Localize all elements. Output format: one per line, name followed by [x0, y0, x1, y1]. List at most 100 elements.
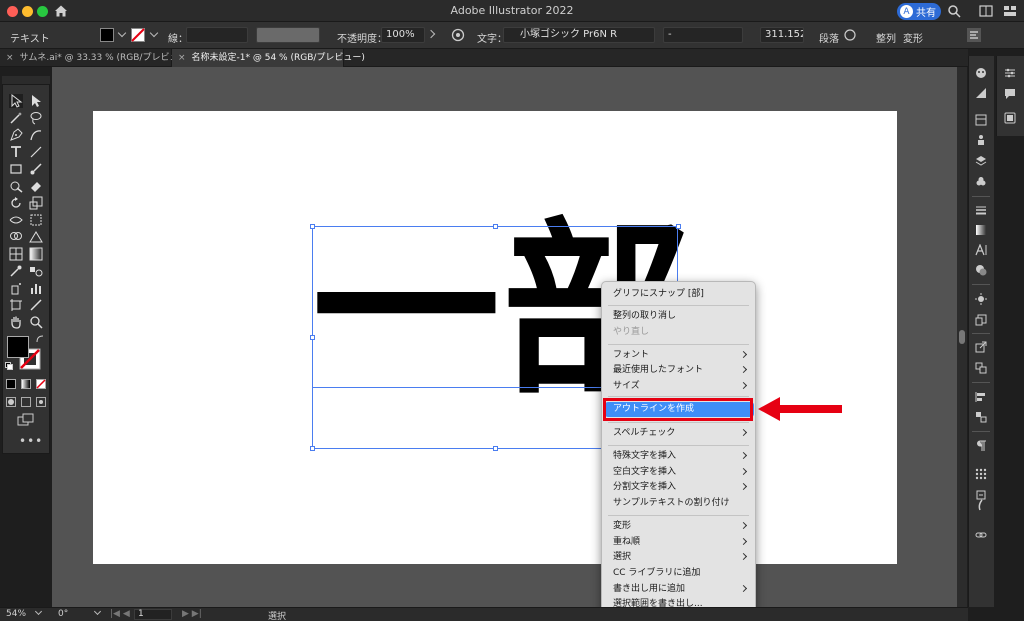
default-colors-icon[interactable]: [5, 362, 13, 370]
comments-icon[interactable]: [1004, 88, 1016, 100]
minimize-window-button[interactable]: [22, 6, 33, 17]
menu-item-select[interactable]: 選択: [602, 550, 755, 565]
zoom-level[interactable]: 54%: [6, 609, 26, 619]
type-tool-icon[interactable]: [9, 145, 23, 159]
scale-tool-icon[interactable]: [29, 196, 43, 210]
selection-handle[interactable]: [310, 446, 315, 451]
mesh-tool-icon[interactable]: [9, 247, 23, 261]
rectangle-tool-icon[interactable]: [9, 162, 23, 176]
chevron-down-icon[interactable]: [117, 28, 127, 38]
menu-item-fill-placeholder[interactable]: サンプルテキストの割り付け: [602, 496, 755, 511]
gradient-mode-button[interactable]: [21, 379, 31, 389]
selection-handle[interactable]: [310, 224, 315, 229]
selection-handle[interactable]: [493, 224, 498, 229]
export-icon[interactable]: [975, 341, 987, 353]
eyedropper-tool-icon[interactable]: [9, 264, 23, 278]
font-size-field[interactable]: 311.152: [760, 27, 804, 43]
stroke-weight-field[interactable]: [186, 27, 248, 43]
transform-panel-icon[interactable]: [975, 411, 987, 423]
menu-item-size[interactable]: サイズ: [602, 379, 755, 394]
home-icon[interactable]: [54, 4, 68, 18]
zoom-window-button[interactable]: [37, 6, 48, 17]
shaper-tool-icon[interactable]: [9, 179, 23, 193]
close-window-button[interactable]: [7, 6, 18, 17]
artboard-tool-icon[interactable]: [9, 298, 23, 312]
menu-item-spell-check[interactable]: スペルチェック: [602, 426, 755, 441]
artboards-panel-icon[interactable]: [975, 362, 987, 374]
chevron-right-icon[interactable]: [426, 29, 436, 39]
properties-icon[interactable]: [1004, 67, 1016, 79]
hand-tool-icon[interactable]: [9, 315, 23, 329]
graph-tool-icon[interactable]: [29, 281, 43, 295]
eraser-tool-icon[interactable]: [29, 179, 43, 193]
menu-item-snap-glyph[interactable]: グリフにスナップ [部]: [602, 287, 755, 302]
menu-item-arrange[interactable]: 重ね順: [602, 535, 755, 550]
pen-tool-icon[interactable]: [9, 128, 23, 142]
tab-untitled-doc[interactable]: × 名称未設定-1* @ 54 % (RGB/プレビュー): [172, 49, 365, 67]
chevron-down-icon[interactable]: [149, 28, 159, 38]
layers-icon[interactable]: [975, 155, 987, 167]
variables-icon[interactable]: [975, 468, 987, 480]
draw-behind-icon[interactable]: [21, 397, 31, 407]
selection-handle[interactable]: [493, 446, 498, 451]
libraries-icon[interactable]: [1004, 112, 1016, 124]
artboard-nav-first-icon[interactable]: |◀ ◀: [110, 609, 130, 619]
menu-item-transform[interactable]: 変形: [602, 519, 755, 534]
rotate-tool-icon[interactable]: [9, 196, 23, 210]
paragraph-label[interactable]: 段落: [819, 30, 839, 45]
draw-normal-icon[interactable]: [6, 397, 16, 407]
artboard-number-field[interactable]: 1: [134, 609, 172, 620]
menu-item-insert-break[interactable]: 分割文字を挿入: [602, 480, 755, 495]
direct-selection-tool-icon[interactable]: [29, 94, 43, 108]
character-panel-icon[interactable]: [975, 244, 987, 256]
curvature-tool-icon[interactable]: [29, 128, 43, 142]
more-tools-icon[interactable]: •••: [19, 434, 43, 448]
slice-tool-icon[interactable]: [29, 298, 43, 312]
panel-options-icon[interactable]: [966, 27, 982, 43]
share-button[interactable]: A 共有: [897, 3, 941, 20]
selection-tool-icon[interactable]: [9, 94, 23, 108]
transparency-icon[interactable]: [975, 87, 987, 99]
selection-handle[interactable]: [310, 335, 315, 340]
blend-tool-icon[interactable]: [29, 264, 43, 278]
paintbrush-tool-icon[interactable]: [29, 162, 43, 176]
magic-wand-tool-icon[interactable]: [9, 111, 23, 125]
workspace-icon[interactable]: [979, 4, 993, 18]
arrange-documents-icon[interactable]: [1003, 4, 1017, 18]
graphic-styles-icon[interactable]: [975, 134, 987, 146]
lasso-tool-icon[interactable]: [29, 111, 43, 125]
fill-color-swatch[interactable]: [7, 336, 29, 358]
line-tool-icon[interactable]: [29, 145, 43, 159]
menu-item-undo-align[interactable]: 整列の取り消し: [602, 309, 755, 324]
rotation-value[interactable]: 0°: [58, 609, 68, 619]
stroke-none-swatch[interactable]: [131, 28, 145, 42]
menu-item-recent-fonts[interactable]: 最近使用したフォント: [602, 363, 755, 378]
fill-swatch[interactable]: [100, 28, 114, 42]
font-style-field[interactable]: -: [663, 27, 743, 43]
close-tab-icon[interactable]: ×: [178, 53, 186, 63]
artboard-nav-next-icon[interactable]: ▶ ▶|: [182, 609, 202, 619]
links-icon[interactable]: [975, 529, 987, 541]
image-trace-icon[interactable]: [975, 314, 987, 326]
tab-thumbnail-doc[interactable]: × サムネ.ai* @ 33.33 % (RGB/プレビュー): [0, 49, 191, 67]
shape-builder-tool-icon[interactable]: [9, 230, 23, 244]
menu-item-insert-special-char[interactable]: 特殊文字を挿入: [602, 449, 755, 464]
width-tool-icon[interactable]: [9, 213, 23, 227]
opentype-icon[interactable]: [843, 28, 857, 42]
menu-item-insert-whitespace[interactable]: 空白文字を挿入: [602, 465, 755, 480]
gradient-tool-icon[interactable]: [29, 247, 43, 261]
brush-definition-field[interactable]: [256, 27, 320, 43]
recolor-icon[interactable]: [451, 28, 465, 42]
color-guide-icon[interactable]: [975, 67, 987, 79]
pathfinder-icon[interactable]: [975, 264, 987, 276]
font-family-field[interactable]: 小塚ゴシック Pr6N R: [503, 27, 655, 43]
menu-item-collect-for-export[interactable]: 書き出し用に追加: [602, 582, 755, 597]
scroll-thumb[interactable]: [959, 330, 965, 344]
stroke-panel-icon[interactable]: [975, 204, 987, 216]
glyphs-icon[interactable]: [975, 499, 987, 511]
free-transform-tool-icon[interactable]: [29, 213, 43, 227]
color-mode-button[interactable]: [6, 379, 16, 389]
opacity-field[interactable]: 100%: [381, 27, 425, 43]
menu-item-add-cc-library[interactable]: CC ライブラリに追加: [602, 566, 755, 581]
screen-mode-icon[interactable]: [17, 413, 35, 427]
